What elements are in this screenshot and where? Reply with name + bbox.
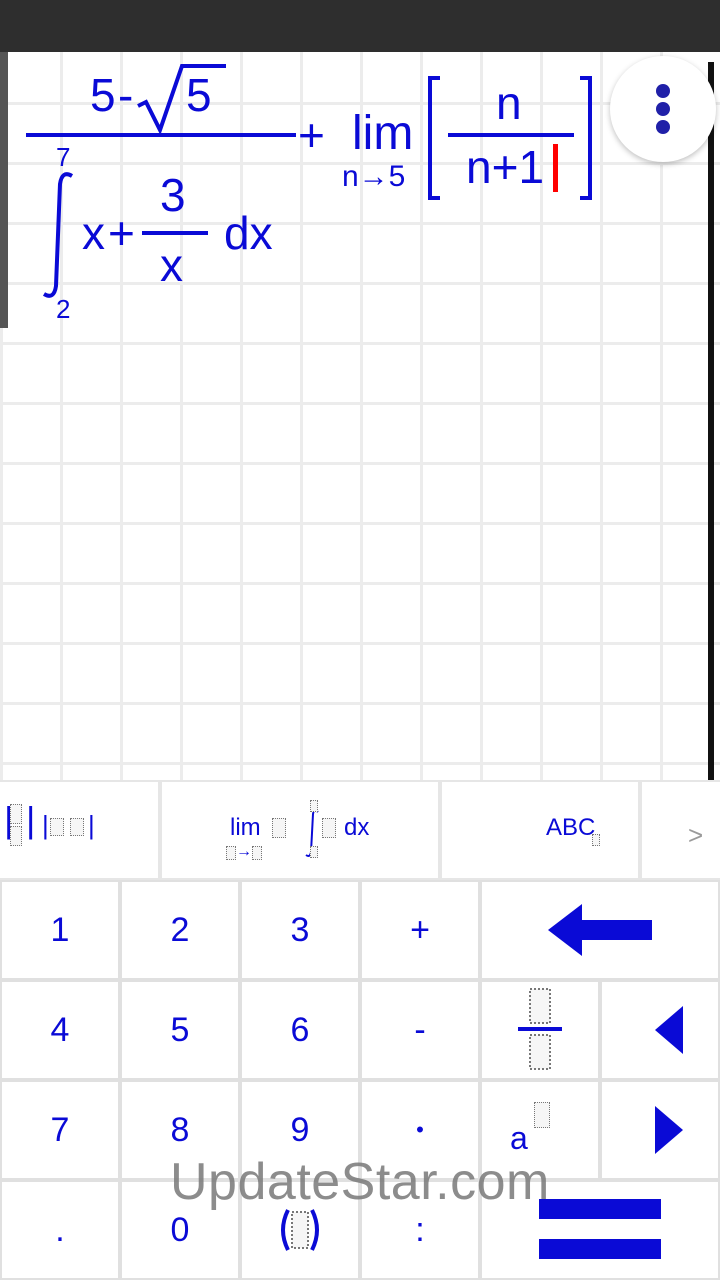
key-6[interactable]: 6 bbox=[242, 982, 358, 1078]
abc-sub-placeholder-icon bbox=[592, 834, 600, 846]
differential-dx[interactable]: dx bbox=[224, 210, 273, 256]
abs-value-right-bar: | bbox=[88, 810, 95, 840]
integral-lower-limit[interactable]: 2 bbox=[56, 296, 70, 322]
left-bracket-icon bbox=[428, 76, 440, 200]
fraction-button[interactable] bbox=[482, 982, 598, 1078]
fraction-icon bbox=[518, 988, 562, 1070]
integral-sign-icon bbox=[42, 172, 74, 298]
lim-sub-placeholder-icon bbox=[226, 846, 236, 860]
template-tabs: | | | | lim → dx ABC > bbox=[0, 780, 720, 880]
inner-fraction-bar bbox=[142, 231, 208, 235]
more-vert-icon bbox=[656, 84, 670, 98]
calculus-dx-label: dx bbox=[344, 814, 370, 841]
triangle-left-icon bbox=[655, 1006, 683, 1054]
more-vert-icon-dot-2 bbox=[656, 102, 670, 116]
integrand-variable[interactable]: x bbox=[82, 210, 105, 256]
next-tab-label: > bbox=[688, 820, 704, 850]
key-period[interactable]: . bbox=[2, 1182, 118, 1278]
expression-canvas[interactable]: 5 - 5 7 2 x + 3 x dx + lim n→5 n n+1 bbox=[0, 52, 720, 780]
lim-placeholder-icon bbox=[272, 818, 286, 838]
abc-label: ABC bbox=[546, 814, 596, 841]
left-scroll-edge bbox=[0, 52, 8, 328]
exponent-placeholder-icon bbox=[534, 1102, 550, 1128]
tab-absolute-matrix[interactable]: | | | | bbox=[0, 782, 158, 878]
cursor-right-button[interactable] bbox=[602, 1082, 718, 1178]
key-plus[interactable]: + bbox=[362, 882, 478, 978]
right-bracket-icon bbox=[580, 76, 592, 200]
main-fraction-bar bbox=[26, 133, 296, 137]
integral-lower-placeholder-icon bbox=[310, 846, 318, 858]
abs-bar-right: | bbox=[26, 799, 36, 840]
key-2[interactable]: 2 bbox=[122, 882, 238, 978]
text-cursor bbox=[553, 144, 558, 192]
inner-fraction-denominator[interactable]: x bbox=[160, 242, 183, 288]
key-minus[interactable]: - bbox=[362, 982, 478, 1078]
lim-sub-placeholder-icon-2 bbox=[252, 846, 262, 860]
key-3[interactable]: 3 bbox=[242, 882, 358, 978]
matrix-placeholder-icon bbox=[10, 804, 22, 846]
lim-sub-arrow: → bbox=[236, 843, 252, 860]
overflow-menu-button[interactable] bbox=[610, 56, 716, 162]
watermark-text: UpdateStar.com bbox=[170, 1153, 550, 1211]
limit-subscript[interactable]: n→5 bbox=[342, 162, 405, 192]
tab-abc[interactable]: ABC bbox=[442, 782, 638, 878]
integral-upper-limit[interactable]: 7 bbox=[56, 144, 70, 170]
integrand-plus[interactable]: + bbox=[108, 210, 135, 256]
tab-calculus[interactable]: lim → dx bbox=[162, 782, 438, 878]
plus-operator[interactable]: + bbox=[298, 112, 325, 158]
key-1[interactable]: 1 bbox=[2, 882, 118, 978]
status-bar bbox=[0, 0, 720, 52]
tab-next[interactable]: > bbox=[642, 782, 720, 878]
inner-fraction-numerator[interactable]: 3 bbox=[160, 172, 186, 218]
numerator-five[interactable]: 5 bbox=[90, 72, 116, 118]
bracket-fraction-denominator[interactable]: n+1 bbox=[466, 144, 544, 190]
key-5[interactable]: 5 bbox=[122, 982, 238, 1078]
sqrt-argument[interactable]: 5 bbox=[186, 72, 212, 118]
bracket-fraction-numerator[interactable]: n bbox=[496, 80, 522, 126]
abs-placeholder-icon-2 bbox=[70, 818, 84, 836]
right-scroll-edge bbox=[708, 62, 714, 780]
calculus-lim-label: lim bbox=[230, 814, 261, 841]
more-vert-icon-dot-3 bbox=[656, 120, 670, 134]
backspace-button[interactable] bbox=[482, 882, 718, 978]
key-7[interactable]: 7 bbox=[2, 1082, 118, 1178]
abs-placeholder-icon bbox=[50, 818, 64, 836]
cursor-left-button[interactable] bbox=[602, 982, 718, 1078]
integral-upper-placeholder-icon bbox=[310, 800, 318, 812]
sqrt-radical-icon bbox=[137, 64, 226, 134]
limit-operator[interactable]: lim bbox=[352, 110, 413, 158]
numerator-minus[interactable]: - bbox=[118, 72, 133, 118]
abs-value-left-bar: | bbox=[42, 810, 49, 840]
integral-body-placeholder-icon bbox=[322, 818, 336, 838]
key-4[interactable]: 4 bbox=[2, 982, 118, 1078]
bracket-fraction-bar bbox=[448, 133, 574, 137]
triangle-right-icon bbox=[655, 1106, 683, 1154]
backspace-arrow-icon bbox=[548, 904, 652, 956]
